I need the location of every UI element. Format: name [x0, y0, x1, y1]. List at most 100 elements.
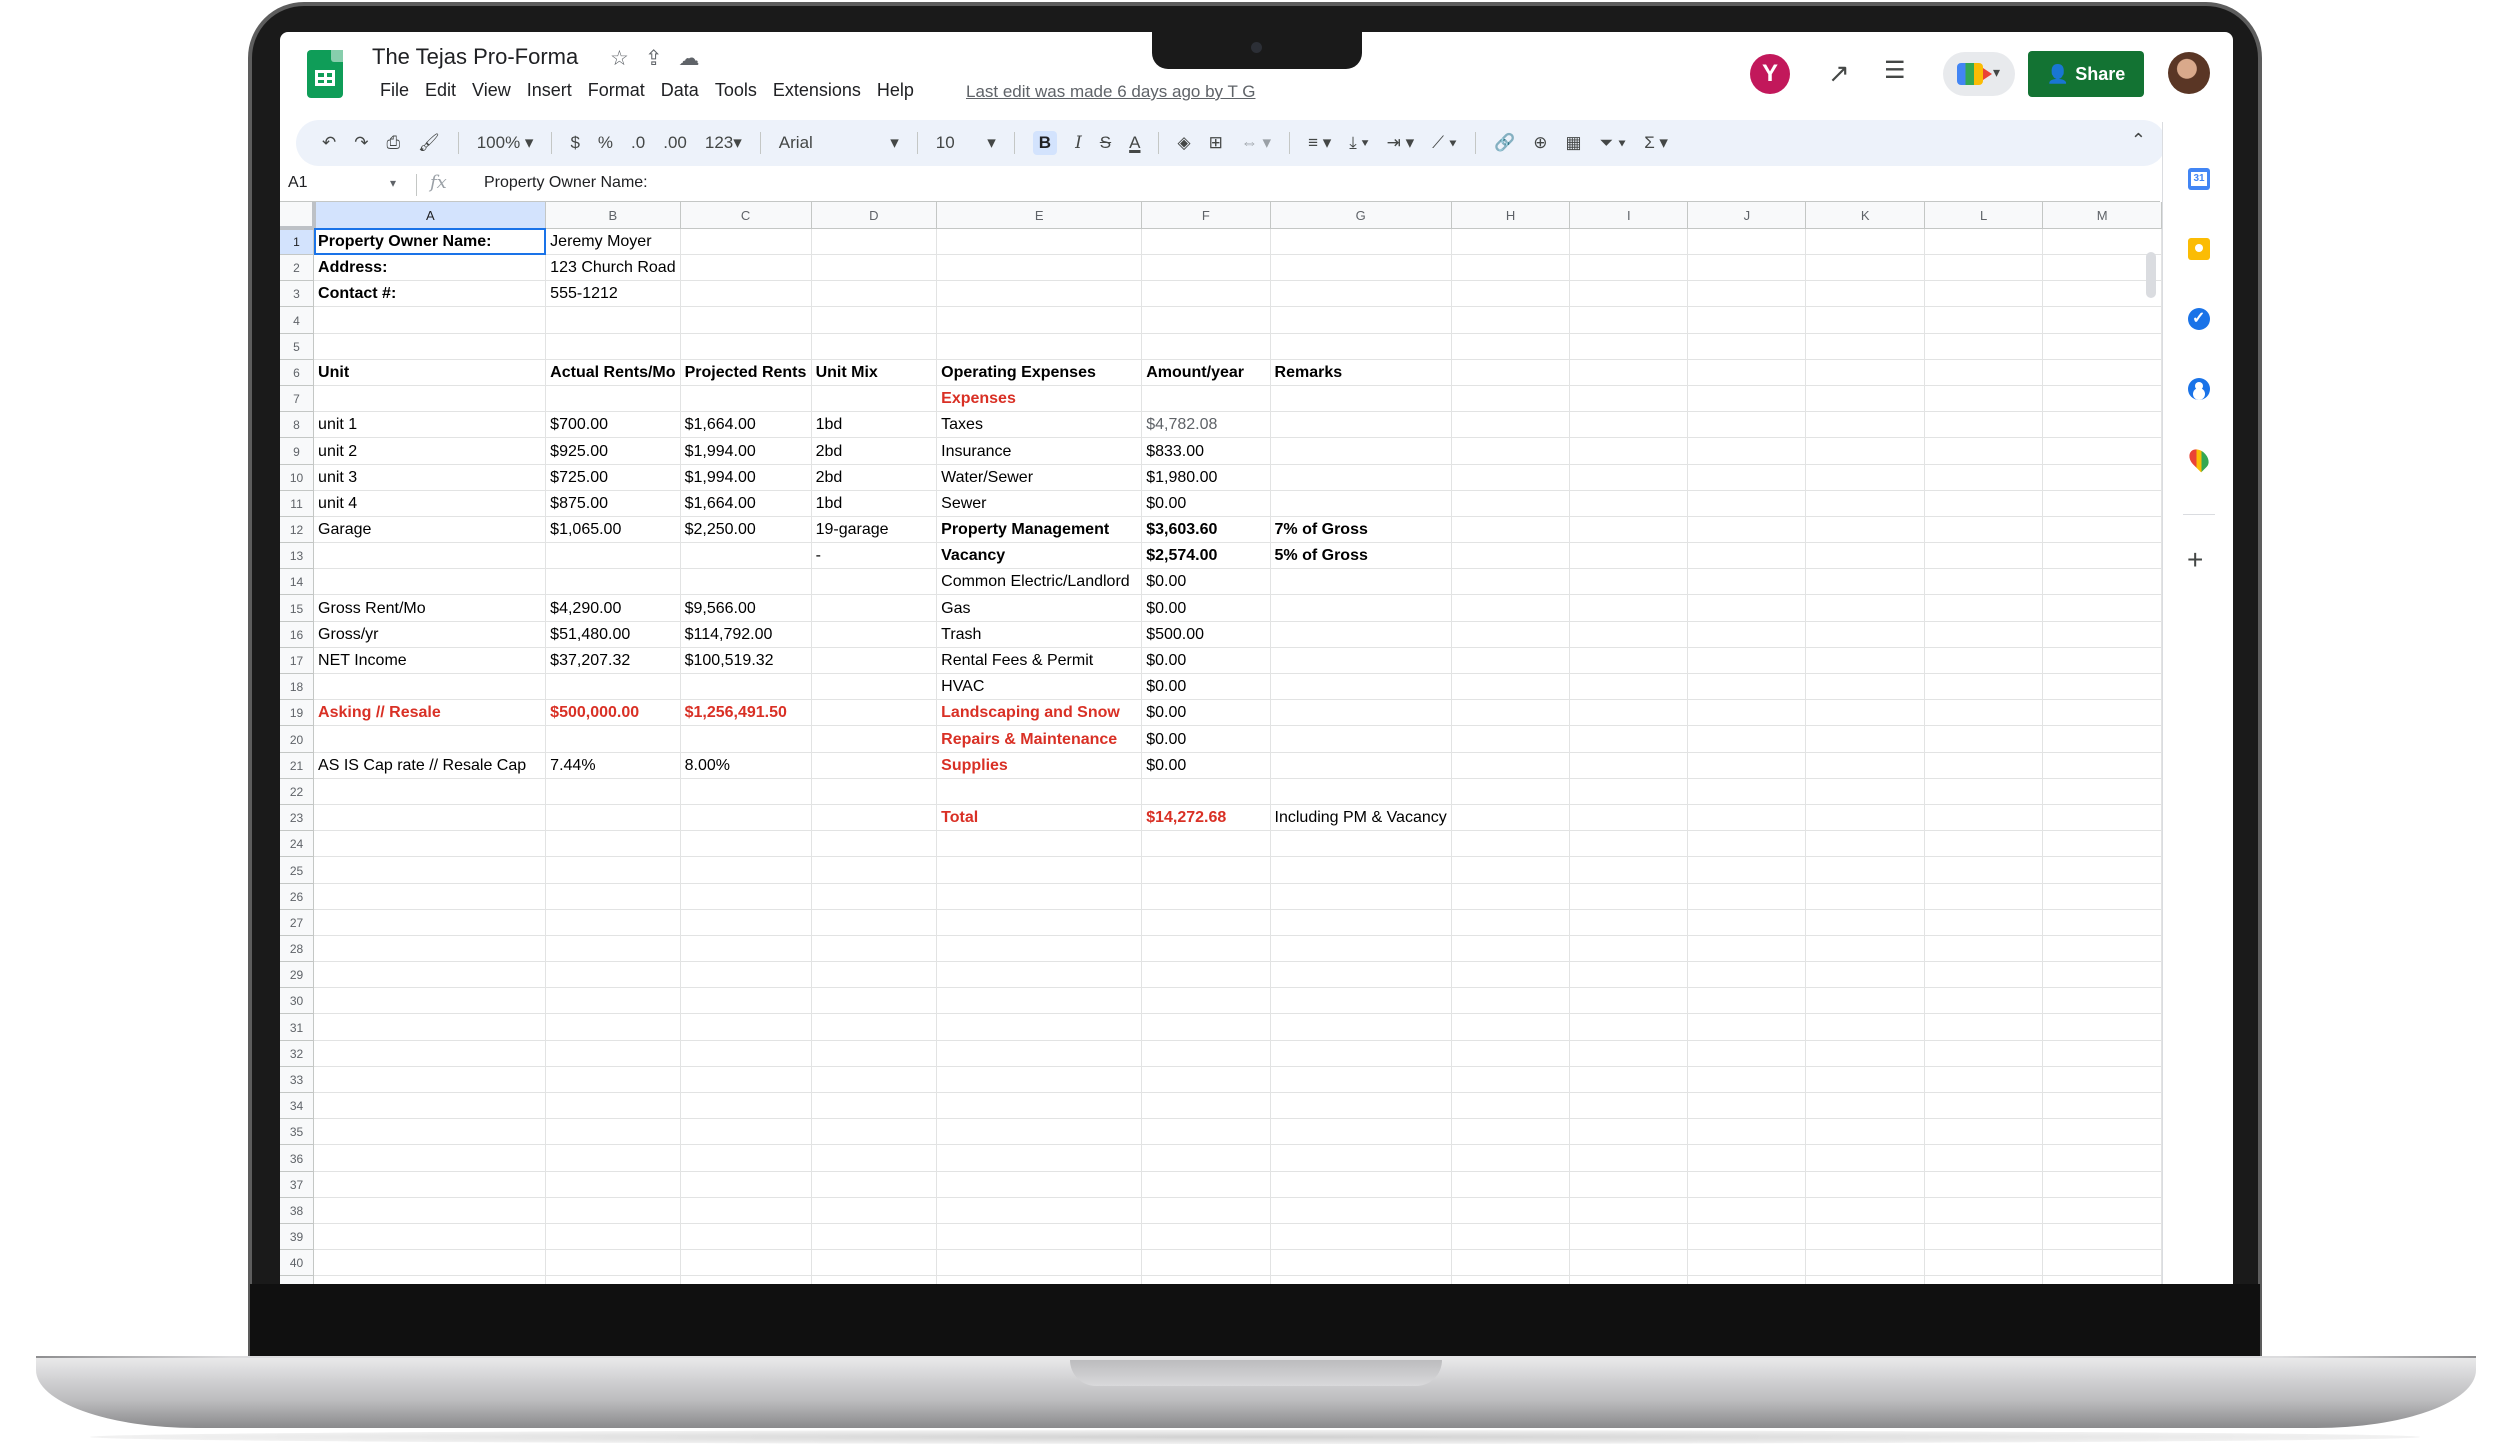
cell-g23[interactable]: Including PM & Vacancy	[1270, 804, 1452, 832]
cell-e13[interactable]: Vacancy	[936, 542, 1143, 570]
cell-m26[interactable]	[2042, 883, 2162, 910]
column-header-a[interactable]: A	[313, 202, 547, 229]
cell-e6[interactable]: Operating Expenses	[936, 359, 1143, 386]
cell-b26[interactable]	[545, 883, 681, 910]
cell-b23[interactable]	[545, 804, 681, 832]
percent-format-button[interactable]: %	[598, 133, 613, 153]
cell-b21[interactable]: 7.44%	[545, 752, 681, 779]
horizontal-align-icon[interactable]: ≡ ▾	[1308, 133, 1331, 153]
cell-g36[interactable]	[1270, 1144, 1452, 1172]
cell-g6[interactable]: Remarks	[1270, 359, 1452, 386]
cell-l16[interactable]	[1924, 621, 2044, 648]
cell-k18[interactable]	[1805, 673, 1925, 701]
cell-l3[interactable]	[1924, 280, 2044, 308]
cell-b3[interactable]: 555-1212	[545, 280, 681, 308]
cell-l20[interactable]	[1924, 725, 2044, 753]
cell-g38[interactable]	[1270, 1197, 1452, 1224]
cell-l37[interactable]	[1924, 1171, 2044, 1198]
cell-j41[interactable]	[1687, 1275, 1807, 1284]
cell-l12[interactable]	[1924, 516, 2044, 544]
row-header[interactable]: 1	[280, 228, 315, 255]
cell-c38[interactable]	[680, 1197, 812, 1224]
cell-k26[interactable]	[1805, 883, 1925, 910]
cell-j40[interactable]	[1687, 1249, 1807, 1277]
cell-f40[interactable]	[1141, 1249, 1271, 1277]
cell-k34[interactable]	[1805, 1092, 1925, 1120]
cell-j13[interactable]	[1687, 542, 1807, 570]
cell-j12[interactable]	[1687, 516, 1807, 544]
cell-b12[interactable]: $1,065.00	[545, 516, 681, 544]
cell-l40[interactable]	[1924, 1249, 2044, 1277]
cell-j34[interactable]	[1687, 1092, 1807, 1120]
cell-i16[interactable]	[1569, 621, 1689, 648]
cell-a22[interactable]	[313, 778, 547, 805]
cell-a6[interactable]: Unit	[313, 359, 547, 386]
cell-m21[interactable]	[2042, 752, 2162, 779]
cell-m14[interactable]	[2042, 568, 2162, 596]
menu-item-insert[interactable]: Insert	[519, 80, 580, 101]
cell-i11[interactable]	[1569, 490, 1689, 517]
italic-button[interactable]: I	[1075, 133, 1082, 153]
cell-b22[interactable]	[545, 778, 681, 805]
cell-i36[interactable]	[1569, 1144, 1689, 1172]
cell-f9[interactable]: $833.00	[1141, 437, 1271, 465]
cell-c19[interactable]: $1,256,491.50	[680, 699, 812, 727]
cell-i5[interactable]	[1569, 333, 1689, 360]
cell-j8[interactable]	[1687, 411, 1807, 439]
cell-i29[interactable]	[1569, 961, 1689, 989]
cell-c8[interactable]: $1,664.00	[680, 411, 812, 439]
cell-e32[interactable]	[936, 1040, 1143, 1067]
cell-g13[interactable]: 5% of Gross	[1270, 542, 1452, 570]
row-header[interactable]: 37	[280, 1171, 315, 1198]
cell-h22[interactable]	[1451, 778, 1571, 805]
cell-g30[interactable]	[1270, 987, 1452, 1015]
cell-i30[interactable]	[1569, 987, 1689, 1015]
row-header[interactable]: 12	[280, 516, 315, 544]
cell-l28[interactable]	[1924, 935, 2044, 963]
row-header[interactable]: 9	[280, 437, 315, 465]
collapse-toolbar-icon[interactable]: ⌃	[2131, 130, 2146, 151]
cell-b16[interactable]: $51,480.00	[545, 621, 681, 648]
cell-e7[interactable]: Expenses	[936, 385, 1143, 413]
cell-l32[interactable]	[1924, 1040, 2044, 1067]
cell-a27[interactable]	[313, 909, 547, 936]
row-header[interactable]: 11	[280, 490, 315, 517]
row-header[interactable]: 27	[280, 909, 315, 936]
cell-g24[interactable]	[1270, 830, 1452, 858]
cell-c14[interactable]	[680, 568, 812, 596]
cell-k3[interactable]	[1805, 280, 1925, 308]
cell-g39[interactable]	[1270, 1223, 1452, 1251]
cell-k32[interactable]	[1805, 1040, 1925, 1067]
cell-a4[interactable]	[313, 306, 547, 334]
cell-d15[interactable]	[811, 594, 938, 622]
cell-d34[interactable]	[811, 1092, 938, 1120]
cell-g18[interactable]	[1270, 673, 1452, 701]
cell-f13[interactable]: $2,574.00	[1141, 542, 1271, 570]
cell-m12[interactable]	[2042, 516, 2162, 544]
cell-k14[interactable]	[1805, 568, 1925, 596]
cell-d19[interactable]	[811, 699, 938, 727]
column-header-m[interactable]: M	[2042, 202, 2162, 229]
cell-k11[interactable]	[1805, 490, 1925, 517]
vertical-scrollbar[interactable]	[2146, 252, 2156, 298]
row-header[interactable]: 25	[280, 856, 315, 884]
cell-a11[interactable]: unit 4	[313, 490, 547, 517]
cell-i7[interactable]	[1569, 385, 1689, 413]
cell-j32[interactable]	[1687, 1040, 1807, 1067]
cell-g1[interactable]	[1270, 228, 1452, 255]
cell-g27[interactable]	[1270, 909, 1452, 936]
cell-k20[interactable]	[1805, 725, 1925, 753]
cell-l14[interactable]	[1924, 568, 2044, 596]
cell-j20[interactable]	[1687, 725, 1807, 753]
meet-button[interactable]: ▾	[1943, 52, 2015, 96]
cell-c6[interactable]: Projected Rents	[680, 359, 812, 386]
cell-b32[interactable]	[545, 1040, 681, 1067]
cell-k30[interactable]	[1805, 987, 1925, 1015]
cell-k31[interactable]	[1805, 1013, 1925, 1041]
cell-b37[interactable]	[545, 1171, 681, 1198]
print-icon[interactable]: ⎙	[387, 133, 401, 153]
column-header-e[interactable]: E	[936, 202, 1143, 229]
cell-a16[interactable]: Gross/yr	[313, 621, 547, 648]
cell-i2[interactable]	[1569, 254, 1689, 282]
cell-b35[interactable]	[545, 1118, 681, 1146]
